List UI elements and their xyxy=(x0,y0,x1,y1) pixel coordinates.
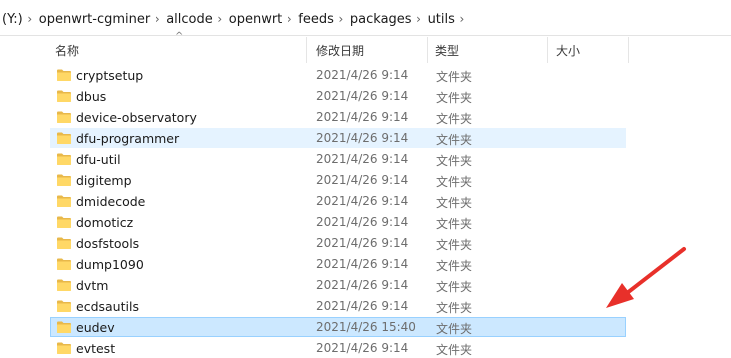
file-name: evtest xyxy=(76,341,116,356)
file-modified-date: 2021/4/26 9:14 xyxy=(316,194,409,208)
file-row[interactable]: cryptsetup 2021/4/26 9:14 文件夹 xyxy=(50,65,626,85)
column-header-size[interactable]: 大小 xyxy=(556,37,626,63)
column-divider[interactable] xyxy=(628,37,629,63)
file-type: 文件夹 xyxy=(436,238,473,252)
file-name: dosfstools xyxy=(76,236,140,251)
file-row[interactable]: domoticz 2021/4/26 9:14 文件夹 xyxy=(50,212,626,232)
file-row[interactable]: evtest 2021/4/26 9:14 文件夹 xyxy=(50,338,626,358)
breadcrumb-item-openwrt-cgminer[interactable]: openwrt-cgminer xyxy=(37,12,150,27)
folder-icon xyxy=(57,258,71,270)
folder-icon xyxy=(57,342,71,354)
file-name: dbus xyxy=(76,89,107,104)
file-modified-date: 2021/4/26 9:14 xyxy=(316,278,409,292)
file-row[interactable]: dmidecode 2021/4/26 9:14 文件夹 xyxy=(50,191,626,211)
breadcrumb-separator-icon[interactable]: › xyxy=(412,12,426,26)
column-header-name[interactable]: 名称 xyxy=(55,37,305,63)
file-name: dmidecode xyxy=(76,194,146,209)
file-row[interactable]: dvtm 2021/4/26 9:14 文件夹 xyxy=(50,275,626,295)
file-name: domoticz xyxy=(76,215,134,230)
file-modified-date: 2021/4/26 9:14 xyxy=(316,68,409,82)
file-row[interactable]: dfu-programmer 2021/4/26 9:14 文件夹 xyxy=(50,128,626,148)
folder-icon xyxy=(57,69,71,81)
file-type: 文件夹 xyxy=(436,280,473,294)
file-type: 文件夹 xyxy=(436,70,473,84)
file-row[interactable]: dump1090 2021/4/26 9:14 文件夹 xyxy=(50,254,626,274)
breadcrumb-separator-icon[interactable]: › xyxy=(213,12,227,26)
column-divider[interactable] xyxy=(547,37,548,63)
file-name: digitemp xyxy=(76,173,132,188)
column-divider[interactable] xyxy=(427,37,428,63)
folder-icon xyxy=(57,216,71,228)
file-row[interactable]: eudev 2021/4/26 15:40 文件夹 xyxy=(50,317,626,337)
file-name: dvtm xyxy=(76,278,109,293)
file-modified-date: 2021/4/26 9:14 xyxy=(316,89,409,103)
column-header-size-label: 大小 xyxy=(556,43,581,58)
breadcrumb-separator-icon[interactable]: › xyxy=(150,12,164,26)
file-type: 文件夹 xyxy=(436,175,473,189)
folder-icon xyxy=(57,132,71,144)
folder-icon xyxy=(57,195,71,207)
folder-icon xyxy=(57,279,71,291)
file-modified-date: 2021/4/26 9:14 xyxy=(316,299,409,313)
breadcrumb-separator-icon[interactable]: › xyxy=(334,12,348,26)
breadcrumb-item-openwrt[interactable]: openwrt xyxy=(227,12,283,27)
folder-icon xyxy=(57,111,71,123)
file-type: 文件夹 xyxy=(436,196,473,210)
breadcrumb-item-packages[interactable]: packages xyxy=(348,12,412,27)
file-name: cryptsetup xyxy=(76,68,144,83)
file-type: 文件夹 xyxy=(436,217,473,231)
column-divider[interactable] xyxy=(306,37,307,63)
file-type: 文件夹 xyxy=(436,322,473,336)
file-modified-date: 2021/4/26 9:14 xyxy=(316,152,409,166)
folder-icon xyxy=(57,153,71,165)
folder-icon xyxy=(57,90,71,102)
file-type: 文件夹 xyxy=(436,343,473,357)
column-header-date[interactable]: 修改日期 xyxy=(316,37,426,63)
file-name: dump1090 xyxy=(76,257,144,272)
file-type: 文件夹 xyxy=(436,259,473,273)
folder-icon xyxy=(57,237,71,249)
file-row[interactable]: dfu-util 2021/4/26 9:14 文件夹 xyxy=(50,149,626,169)
column-header-date-label: 修改日期 xyxy=(316,43,365,58)
breadcrumb: (Y:) › openwrt-cgminer › allcode › openw… xyxy=(0,10,469,28)
file-type: 文件夹 xyxy=(436,112,473,126)
breadcrumb-item-utils[interactable]: utils xyxy=(426,12,455,27)
file-modified-date: 2021/4/26 9:14 xyxy=(316,173,409,187)
file-row[interactable]: ecdsautils 2021/4/26 9:14 文件夹 xyxy=(50,296,626,316)
folder-icon xyxy=(57,174,71,186)
file-name: ecdsautils xyxy=(76,299,139,314)
folder-icon xyxy=(57,300,71,312)
file-type: 文件夹 xyxy=(436,133,473,147)
breadcrumb-item-feeds[interactable]: feeds xyxy=(296,12,334,27)
file-modified-date: 2021/4/26 9:14 xyxy=(316,236,409,250)
breadcrumb-separator-icon[interactable]: › xyxy=(455,12,469,26)
file-name: eudev xyxy=(76,320,115,335)
file-row[interactable]: device-observatory 2021/4/26 9:14 文件夹 xyxy=(50,107,626,127)
file-row[interactable]: digitemp 2021/4/26 9:14 文件夹 xyxy=(50,170,626,190)
file-modified-date: 2021/4/26 15:40 xyxy=(316,320,416,334)
file-type: 文件夹 xyxy=(436,301,473,315)
file-modified-date: 2021/4/26 9:14 xyxy=(316,257,409,271)
file-modified-date: 2021/4/26 9:14 xyxy=(316,215,409,229)
breadcrumb-drive[interactable]: (Y:) xyxy=(0,12,23,27)
column-header-type[interactable]: 类型 xyxy=(435,37,545,63)
column-header-name-label: 名称 xyxy=(55,43,80,58)
file-modified-date: 2021/4/26 9:14 xyxy=(316,131,409,145)
file-row[interactable]: dosfstools 2021/4/26 9:14 文件夹 xyxy=(50,233,626,253)
breadcrumb-item-allcode[interactable]: allcode xyxy=(164,12,213,27)
file-modified-date: 2021/4/26 9:14 xyxy=(316,110,409,124)
file-name: dfu-programmer xyxy=(76,131,180,146)
folder-icon xyxy=(57,321,71,333)
file-type: 文件夹 xyxy=(436,154,473,168)
breadcrumb-separator-icon[interactable]: › xyxy=(282,12,296,26)
file-name: device-observatory xyxy=(76,110,197,125)
breadcrumb-separator-icon[interactable]: › xyxy=(23,12,37,26)
column-header-type-label: 类型 xyxy=(435,43,460,58)
file-type: 文件夹 xyxy=(436,91,473,105)
file-row[interactable]: dbus 2021/4/26 9:14 文件夹 xyxy=(50,86,626,106)
address-bar[interactable]: (Y:) › openwrt-cgminer › allcode › openw… xyxy=(0,0,731,36)
file-name: dfu-util xyxy=(76,152,121,167)
